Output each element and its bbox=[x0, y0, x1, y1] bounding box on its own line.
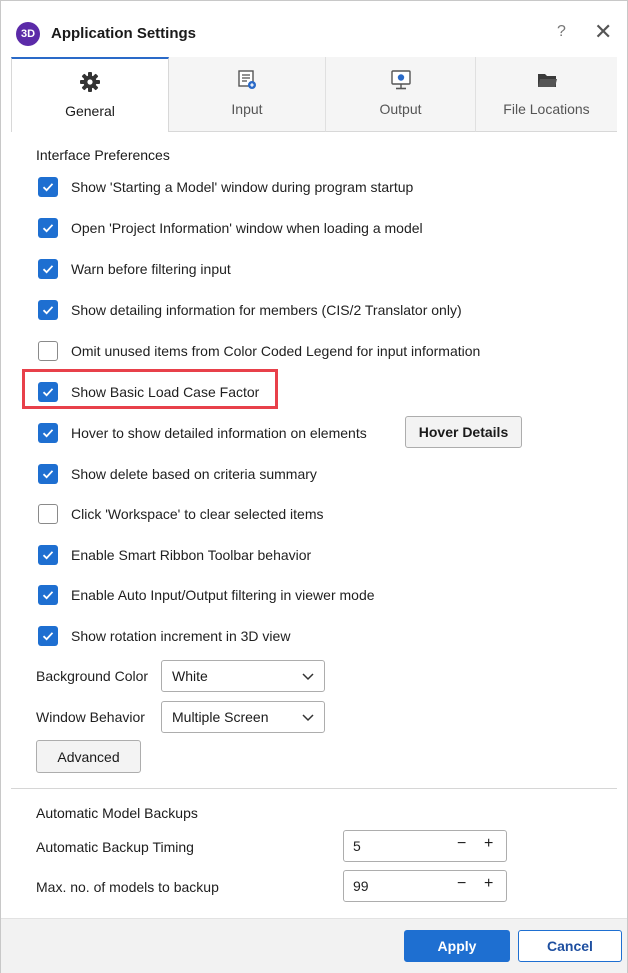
option-label: Hover to show detailed information on el… bbox=[71, 425, 367, 441]
dialog-title: Application Settings bbox=[51, 25, 197, 42]
option-row[interactable]: Enable Smart Ribbon Toolbar behavior bbox=[38, 544, 311, 566]
window-behavior-value: Multiple Screen bbox=[172, 709, 269, 725]
background-color-label: Background Color bbox=[36, 668, 149, 684]
tab-general-label: General bbox=[65, 103, 115, 119]
input-form-icon bbox=[169, 69, 325, 91]
option-label: Omit unused items from Color Coded Legen… bbox=[71, 343, 481, 359]
automatic-model-backups-heading: Automatic Model Backups bbox=[36, 805, 198, 821]
checkbox-checked[interactable] bbox=[38, 585, 58, 605]
option-row[interactable]: Hover to show detailed information on el… bbox=[38, 422, 367, 444]
backup-timing-stepper[interactable]: 5 − + bbox=[343, 830, 507, 862]
cancel-button[interactable]: Cancel bbox=[518, 930, 622, 962]
tab-general[interactable]: General bbox=[11, 57, 169, 132]
checkbox-checked[interactable] bbox=[38, 464, 58, 484]
option-label: Show delete based on criteria summary bbox=[71, 466, 317, 482]
checkbox-unchecked[interactable] bbox=[38, 341, 58, 361]
tab-output-label: Output bbox=[379, 101, 422, 117]
background-color-select[interactable]: White bbox=[161, 660, 325, 692]
option-row[interactable]: Enable Auto Input/Output filtering in vi… bbox=[38, 584, 375, 606]
checkbox-checked[interactable] bbox=[38, 300, 58, 320]
interface-preferences-heading: Interface Preferences bbox=[36, 147, 170, 163]
checkbox-checked[interactable] bbox=[38, 177, 58, 197]
max-models-label: Max. no. of models to backup bbox=[36, 879, 219, 895]
checkmark-icon bbox=[42, 591, 54, 600]
chevron-down-icon bbox=[301, 708, 315, 729]
hover-details-button[interactable]: Hover Details bbox=[405, 416, 522, 448]
checkmark-icon bbox=[42, 265, 54, 274]
option-label: Enable Smart Ribbon Toolbar behavior bbox=[71, 547, 312, 563]
tab-input-label: Input bbox=[231, 101, 263, 117]
option-row[interactable]: Show rotation increment in 3D view bbox=[38, 625, 290, 647]
section-divider bbox=[11, 788, 617, 789]
advanced-button[interactable]: Advanced bbox=[36, 740, 141, 773]
option-row[interactable]: Open 'Project Information' window when l… bbox=[38, 217, 423, 239]
max-models-value: 99 bbox=[353, 878, 369, 894]
option-label: Enable Auto Input/Output filtering in vi… bbox=[71, 587, 375, 603]
backup-timing-decrement[interactable]: − bbox=[457, 835, 466, 853]
tab-file-locations-label: File Locations bbox=[503, 101, 590, 117]
option-label: Show detailing information for members (… bbox=[71, 302, 462, 318]
option-row[interactable]: Show 'Starting a Model' window during pr… bbox=[38, 176, 413, 198]
monitor-icon bbox=[326, 69, 475, 91]
option-row[interactable]: Omit unused items from Color Coded Legen… bbox=[38, 340, 480, 362]
option-label: Show 'Starting a Model' window during pr… bbox=[71, 179, 414, 195]
checkbox-checked[interactable] bbox=[38, 423, 58, 443]
option-label: Click 'Workspace' to clear selected item… bbox=[71, 506, 324, 522]
checkmark-icon bbox=[42, 224, 54, 233]
title-bar: 3D Application Settings ? ✕ bbox=[1, 1, 627, 56]
background-color-value: White bbox=[172, 668, 208, 684]
option-row[interactable]: Warn before filtering input bbox=[38, 258, 231, 280]
checkmark-icon bbox=[42, 632, 54, 641]
checkmark-icon bbox=[42, 306, 54, 315]
backup-timing-value: 5 bbox=[353, 838, 361, 854]
app-logo: 3D bbox=[16, 22, 40, 46]
highlight-box bbox=[22, 369, 278, 409]
help-button[interactable]: ? bbox=[557, 23, 566, 41]
checkmark-icon bbox=[42, 183, 54, 192]
tab-bar: General Input Output File Locations bbox=[11, 57, 617, 132]
chevron-down-icon bbox=[301, 667, 315, 688]
settings-dialog: 3D Application Settings ? ✕ General Inpu… bbox=[0, 0, 628, 973]
window-behavior-select[interactable]: Multiple Screen bbox=[161, 701, 325, 733]
window-behavior-label: Window Behavior bbox=[36, 709, 145, 725]
checkmark-icon bbox=[42, 429, 54, 438]
option-row[interactable]: Show detailing information for members (… bbox=[38, 299, 462, 321]
checkmark-icon bbox=[42, 470, 54, 479]
option-row[interactable]: Click 'Workspace' to clear selected item… bbox=[38, 503, 324, 525]
apply-button[interactable]: Apply bbox=[404, 930, 510, 962]
option-label: Warn before filtering input bbox=[71, 261, 231, 277]
gear-icon bbox=[12, 71, 168, 93]
tab-file-locations[interactable]: File Locations bbox=[476, 57, 617, 132]
checkbox-checked[interactable] bbox=[38, 545, 58, 565]
checkbox-checked[interactable] bbox=[38, 218, 58, 238]
option-label: Open 'Project Information' window when l… bbox=[71, 220, 423, 236]
option-label: Show rotation increment in 3D view bbox=[71, 628, 291, 644]
max-models-decrement[interactable]: − bbox=[457, 875, 466, 893]
backup-timing-label: Automatic Backup Timing bbox=[36, 839, 194, 855]
max-models-stepper[interactable]: 99 − + bbox=[343, 870, 507, 902]
checkbox-unchecked[interactable] bbox=[38, 504, 58, 524]
checkmark-icon bbox=[42, 551, 54, 560]
backup-timing-increment[interactable]: + bbox=[484, 835, 493, 853]
checkbox-checked[interactable] bbox=[38, 259, 58, 279]
checkbox-checked[interactable] bbox=[38, 626, 58, 646]
max-models-increment[interactable]: + bbox=[484, 875, 493, 893]
tab-input[interactable]: Input bbox=[169, 57, 326, 132]
close-button[interactable]: ✕ bbox=[594, 19, 612, 45]
tab-output[interactable]: Output bbox=[326, 57, 476, 132]
option-row[interactable]: Show delete based on criteria summary bbox=[38, 463, 317, 485]
folder-icon bbox=[476, 69, 617, 91]
